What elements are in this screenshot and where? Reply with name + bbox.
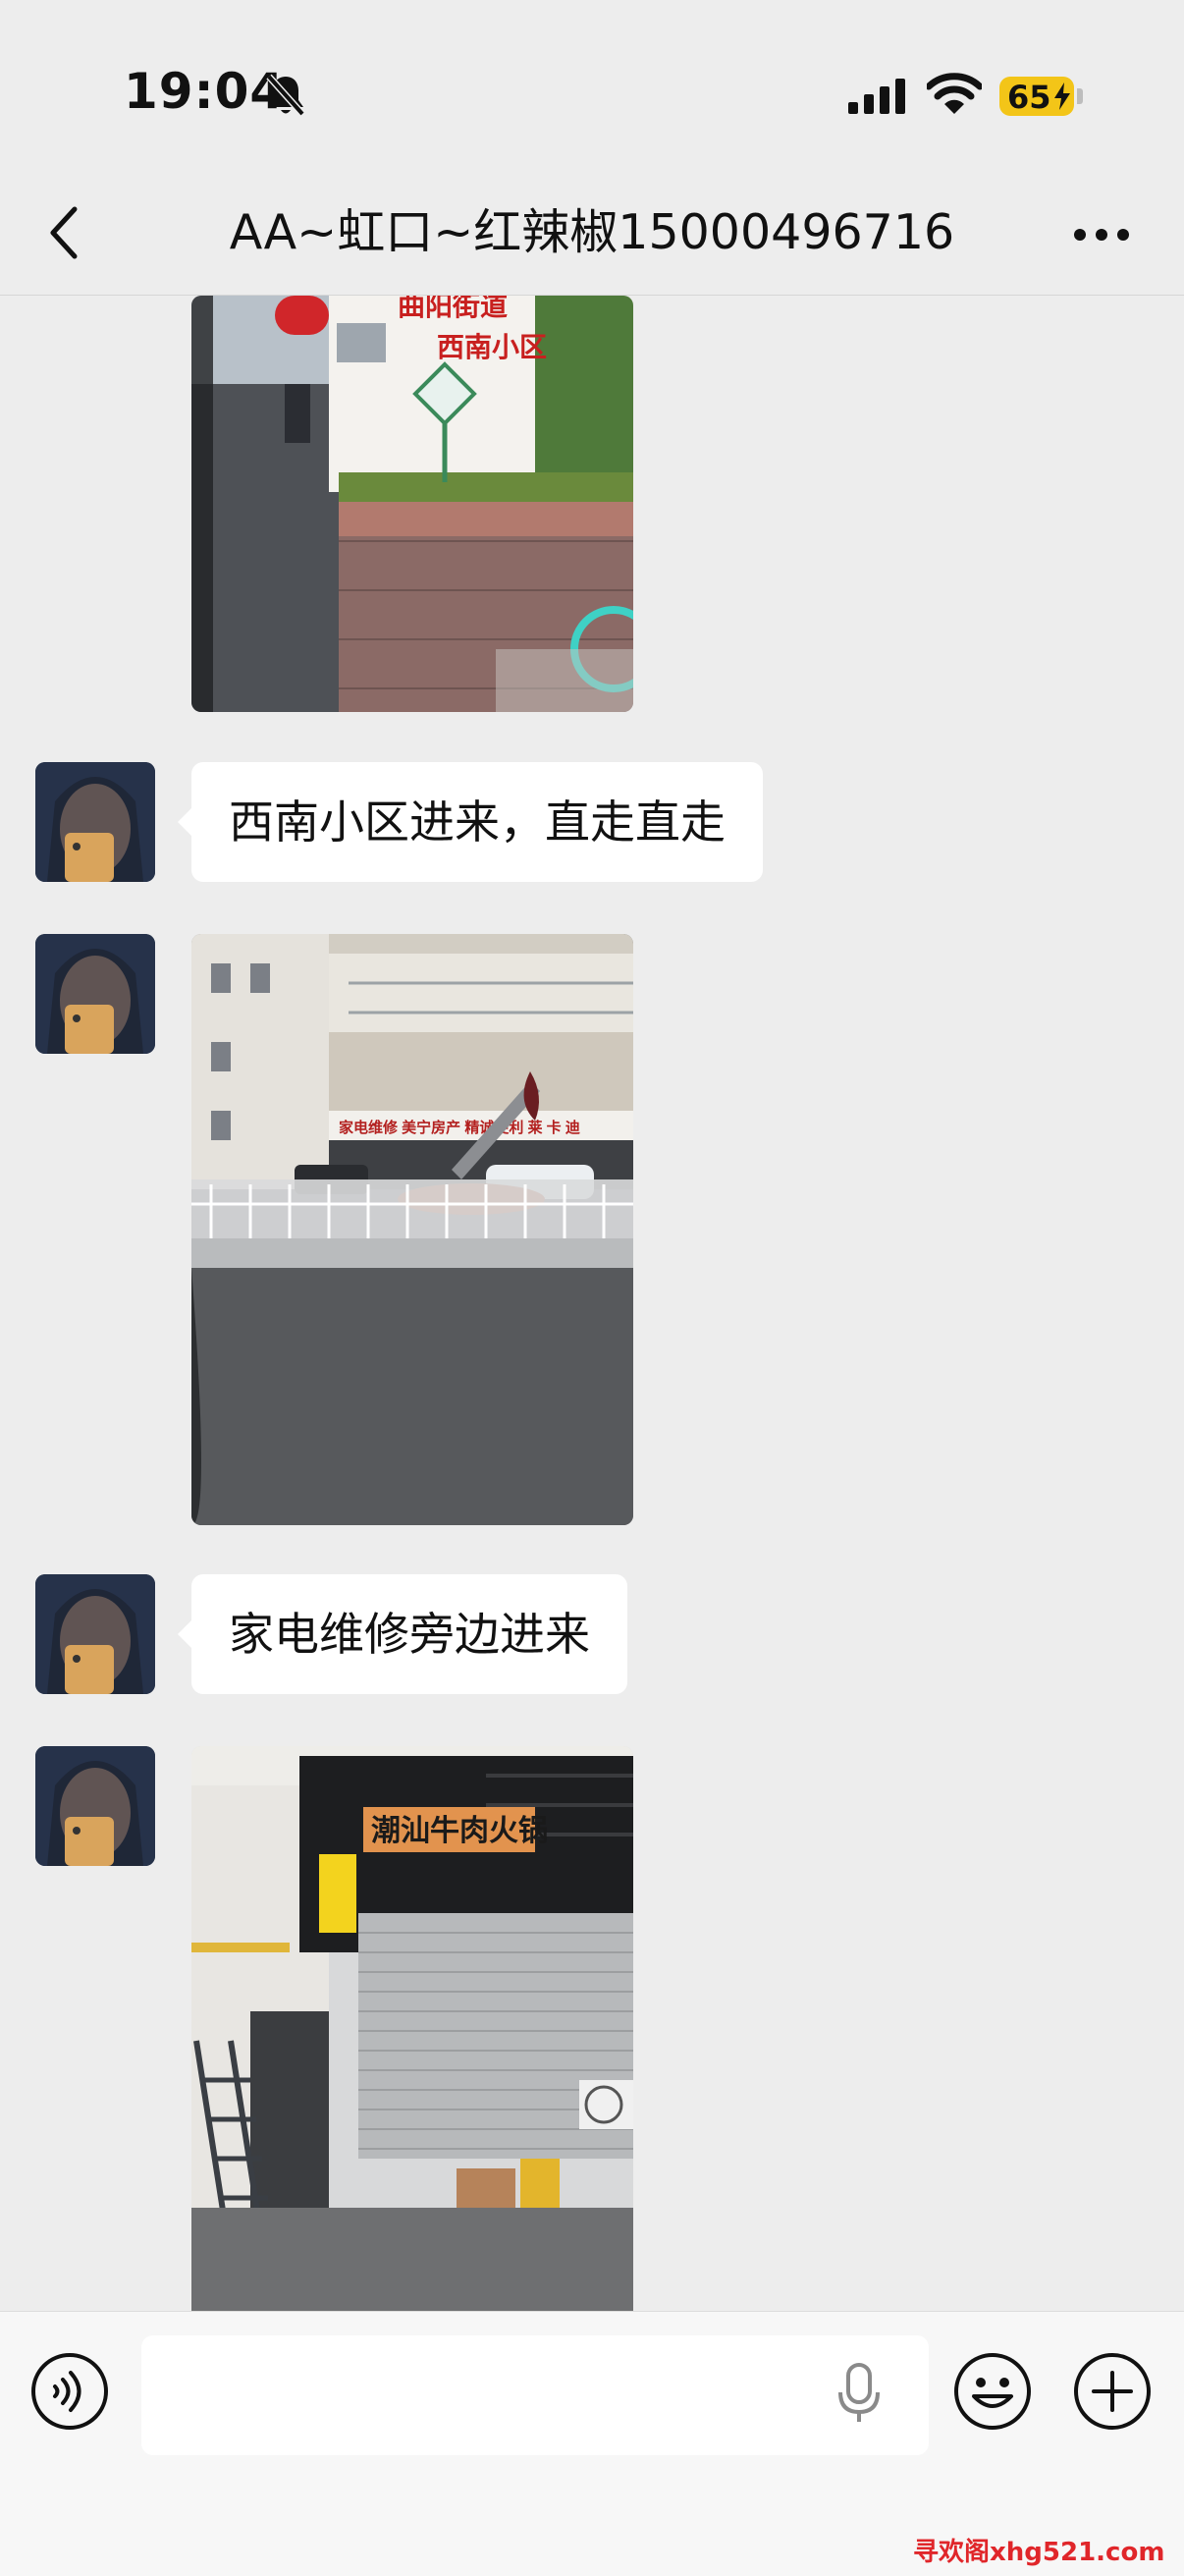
- watermark: 寻欢阁xhg521.com: [913, 2538, 1165, 2567]
- image-message[interactable]: 曲阳街道 西南小区: [191, 296, 633, 712]
- wifi-icon: [927, 73, 982, 114]
- svg-text:西南小区: 西南小区: [437, 332, 547, 363]
- more-dots-icon[interactable]: [1070, 217, 1133, 252]
- text-message[interactable]: 西南小区进来，直走直走: [178, 762, 763, 882]
- avatar[interactable]: [35, 1574, 155, 1694]
- bolt-icon: [1054, 82, 1070, 110]
- battery-charging-icon: 65: [999, 77, 1074, 116]
- avatar[interactable]: [35, 762, 155, 882]
- chat-title: AA~虹口~红辣椒15000496716: [229, 204, 955, 260]
- avatar[interactable]: [35, 934, 155, 1054]
- photo-street-with-shops: 家电维修 美宁房产 精诚便利 莱 卡 迪: [191, 934, 633, 1525]
- voice-icon[interactable]: [29, 2351, 110, 2432]
- battery-level: 65: [1007, 79, 1051, 116]
- emoji-icon[interactable]: [952, 2351, 1033, 2432]
- avatar-photo: [35, 762, 155, 882]
- photo-shop-front: 潮汕牛肉火锅: [191, 1746, 633, 2311]
- chat-messages[interactable]: 曲阳街道 西南小区 西南小区进来，直走直走 家电维修 美宁房产 精诚便利 莱 卡…: [0, 296, 1184, 2311]
- bell-slash-icon: [266, 74, 305, 117]
- avatar-photo: [35, 934, 155, 1054]
- status-bar: 19:04 65: [0, 0, 1184, 172]
- image-message[interactable]: 家电维修 美宁房产 精诚便利 莱 卡 迪: [191, 934, 633, 1525]
- avatar[interactable]: [35, 1746, 155, 1866]
- battery-tip: [1077, 88, 1083, 104]
- svg-text:家电维修 美宁房产 精诚便利 莱 卡 迪: 家电维修 美宁房产 精诚便利 莱 卡 迪: [339, 1119, 580, 1136]
- signal-icon: [848, 79, 905, 114]
- svg-text:潮汕牛肉火锅: 潮汕牛肉火锅: [371, 1815, 548, 1847]
- nav-bar: AA~虹口~红辣椒15000496716: [0, 172, 1184, 296]
- image-message[interactable]: 潮汕牛肉火锅: [191, 1746, 633, 2311]
- avatar-photo: [35, 1746, 155, 1866]
- photo-residential-entrance: 曲阳街道 西南小区: [191, 296, 633, 712]
- status-time: 19:04: [124, 63, 286, 120]
- avatar-photo: [35, 1574, 155, 1694]
- mic-icon[interactable]: [834, 2361, 884, 2426]
- chevron-left-icon[interactable]: [45, 201, 84, 264]
- message-input[interactable]: [141, 2335, 929, 2455]
- svg-text:曲阳街道: 曲阳街道: [398, 296, 508, 322]
- text-message[interactable]: 家电维修旁边进来: [178, 1574, 627, 1694]
- plus-icon[interactable]: [1072, 2351, 1153, 2432]
